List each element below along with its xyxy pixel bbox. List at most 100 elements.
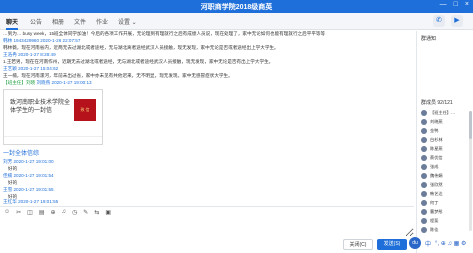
message-meta: 2020-1-27 8:28:49 [18, 52, 56, 57]
message-meta: 刘晓燕 2020-1-27 19:00:13 [36, 80, 92, 85]
message-header: 佳楠 2020-1-27 19:01:54 [3, 173, 54, 179]
sender-name[interactable]: 【班主任】刘晓 [3, 80, 35, 85]
phone-icon[interactable]: ✆ [433, 15, 445, 27]
edit-icon[interactable]: ✎ [83, 209, 88, 216]
scrollbar-thumb[interactable] [469, 111, 472, 139]
ime-extra[interactable]: °, ⊕ ♫ ▦ ⚙ [435, 240, 466, 247]
message-text: 王一楠，现在河南漯河，年前未出过省，家中亦未见有共他迟来，无不明显，现无发现，家… [3, 73, 233, 78]
chat-history: …到为… busy week，15班全体同学加油！今后的各项工作开展，无论理到有… [0, 31, 414, 204]
tab-chat[interactable]: 聊天 [6, 17, 19, 30]
card-thumbnail: 致 信 [74, 99, 96, 121]
member-item[interactable]: 何丁 [421, 199, 438, 207]
group-sidebar: 群通知 群成员 92/121 【班主任】… 刘晓燕 金鸭 白杉林 陈星燕 蔡优信… [416, 31, 473, 253]
avatar [421, 200, 427, 206]
globe-icon[interactable]: ⊕ [51, 209, 56, 216]
video-icon[interactable]: ▶ [451, 15, 463, 27]
member-scrollbar[interactable] [469, 111, 472, 231]
shared-document-card[interactable]: 致河南职业技术学院全体学生的一封信 致 信 [3, 89, 103, 145]
message-text: 好的 [8, 166, 18, 171]
message-header: 王艺颖 2020-1-27 15:04:62 [3, 66, 58, 72]
message-input[interactable] [0, 217, 414, 237]
title-bar: 河职商学院2018级商英 — □ × [0, 0, 473, 13]
tab-settings[interactable]: 设置 ⌄ [118, 17, 137, 26]
avatar [421, 191, 427, 197]
screenshot-icon[interactable]: ✂ [16, 209, 21, 216]
message-text: 好的 [8, 180, 18, 185]
tab-homework[interactable]: 作业 [96, 17, 108, 26]
ime-logo-icon[interactable]: du [409, 237, 421, 249]
sender-name[interactable]: 王艺颖 [3, 66, 17, 71]
message-text: 韩林薇，现在河南省内，近两无去过湖北或者途经，无与湖北离者途经武汉人员接触，现无… [3, 45, 279, 50]
sender-name[interactable]: 韩林 [3, 38, 12, 43]
message-meta: 2020-1-27 15:04:62 [18, 66, 59, 71]
member-item[interactable]: 曹梦彤 [421, 208, 443, 216]
member-item[interactable]: 陈佳 [421, 226, 438, 234]
sender-name[interactable]: 刘芳 [3, 159, 12, 164]
transfer-icon[interactable]: ⇆ [94, 209, 99, 216]
sender-name[interactable]: 佳楠 [3, 173, 12, 178]
more-icon[interactable]: ▣ [105, 209, 111, 216]
bottom-bar: 关闭(C) 发送(S) [0, 237, 414, 253]
announcement-title[interactable]: 群通知 [421, 35, 436, 42]
link-title[interactable]: 一封全体信综 [3, 151, 39, 157]
tab-files[interactable]: 文件 [74, 17, 86, 26]
message-meta: 2020-1-27 19:01:54 [13, 173, 54, 178]
message-header: 王红华 2020-1-27 19:01:55 [3, 199, 58, 204]
maximize-icon[interactable]: □ [454, 1, 458, 8]
member-item[interactable]: 程斐 [421, 217, 438, 225]
member-item[interactable]: 韩艺达 [421, 190, 443, 198]
message-header: 【班主任】刘晓 刘晓燕 2020-1-27 19:00:13 [3, 80, 92, 86]
member-item[interactable]: 蔡优信 [421, 154, 443, 162]
message-header: 王雪 2020-1-27 19:01:55 [3, 187, 54, 193]
tab-bar: 聊天 公告 相册 文件 作业 设置 ⌄ ✆ ▶ [0, 13, 473, 30]
message-meta: 2020-1-27 19:01:55 [18, 199, 59, 204]
sender-name[interactable]: 王红华 [3, 199, 17, 204]
message-header: 韩林 1943429960 2020-1-26 22:07:57 [3, 38, 80, 44]
avatar [421, 209, 427, 215]
avatar [421, 182, 427, 188]
member-item[interactable]: 张成 [421, 163, 438, 171]
file-icon[interactable]: ▤ [39, 209, 45, 216]
message-meta: 2020-1-27 19:01:55 [13, 187, 54, 192]
input-toolbar: ☺ ✂ ◫ ▤ ⊕ ♫ ◷ ✎ ⇆ ▣ [0, 206, 414, 217]
avatar [421, 128, 427, 134]
avatar [421, 164, 427, 170]
avatar [421, 218, 427, 224]
avatar [421, 110, 427, 116]
member-item[interactable]: 【班主任】… [421, 109, 455, 117]
member-item[interactable]: 张欣然 [421, 181, 443, 189]
member-item[interactable]: 金鸭 [421, 127, 438, 135]
close-button[interactable]: 关闭(C) [343, 239, 373, 250]
avatar [421, 119, 427, 125]
minimize-icon[interactable]: — [440, 1, 447, 8]
member-item[interactable]: 魏伟娟 [421, 172, 443, 180]
message-text: …到为… busy week，15班全体同学加油！今后的各项工作开展，无论理到有… [3, 31, 326, 36]
avatar [421, 227, 427, 233]
sender-name[interactable]: 王浩冉 [3, 52, 17, 57]
members-title[interactable]: 群成员 92/121 [421, 99, 453, 106]
image-icon[interactable]: ◫ [27, 209, 33, 216]
card-title: 致河南职业技术学院全体学生的一封信 [10, 100, 71, 114]
history-icon[interactable]: ◷ [72, 209, 77, 216]
send-button[interactable]: 发送(S) [377, 239, 407, 250]
music-icon[interactable]: ♫ [62, 209, 67, 215]
avatar [421, 137, 427, 143]
member-item[interactable]: 白杉林 [421, 136, 443, 144]
avatar [421, 173, 427, 179]
ime-mode[interactable]: 中 [425, 239, 431, 248]
avatar [421, 155, 427, 161]
tab-announcement[interactable]: 公告 [30, 17, 42, 26]
message-meta: 1943429960 2020-1-26 22:07:57 [13, 38, 81, 43]
sender-name[interactable]: 王雪 [3, 187, 12, 192]
message-text: 1.王若男，现在在河南作州，近期无去过湖北或者途经，无与湖北或者途经武汉人员接触… [3, 59, 274, 64]
message-header: 王浩冉 2020-1-27 8:28:49 [3, 52, 56, 58]
tab-album[interactable]: 相册 [52, 17, 64, 26]
member-item[interactable]: 陈星燕 [421, 145, 443, 153]
avatar [421, 146, 427, 152]
card-footer [4, 136, 102, 144]
emoji-icon[interactable]: ☺ [4, 209, 10, 215]
member-item[interactable]: 刘晓燕 [421, 118, 443, 126]
close-icon[interactable]: × [465, 1, 469, 8]
ime-toolbar: du 中 °, ⊕ ♫ ▦ ⚙ [409, 236, 466, 250]
message-meta: 2020-1-27 19:01:00 [13, 159, 54, 164]
